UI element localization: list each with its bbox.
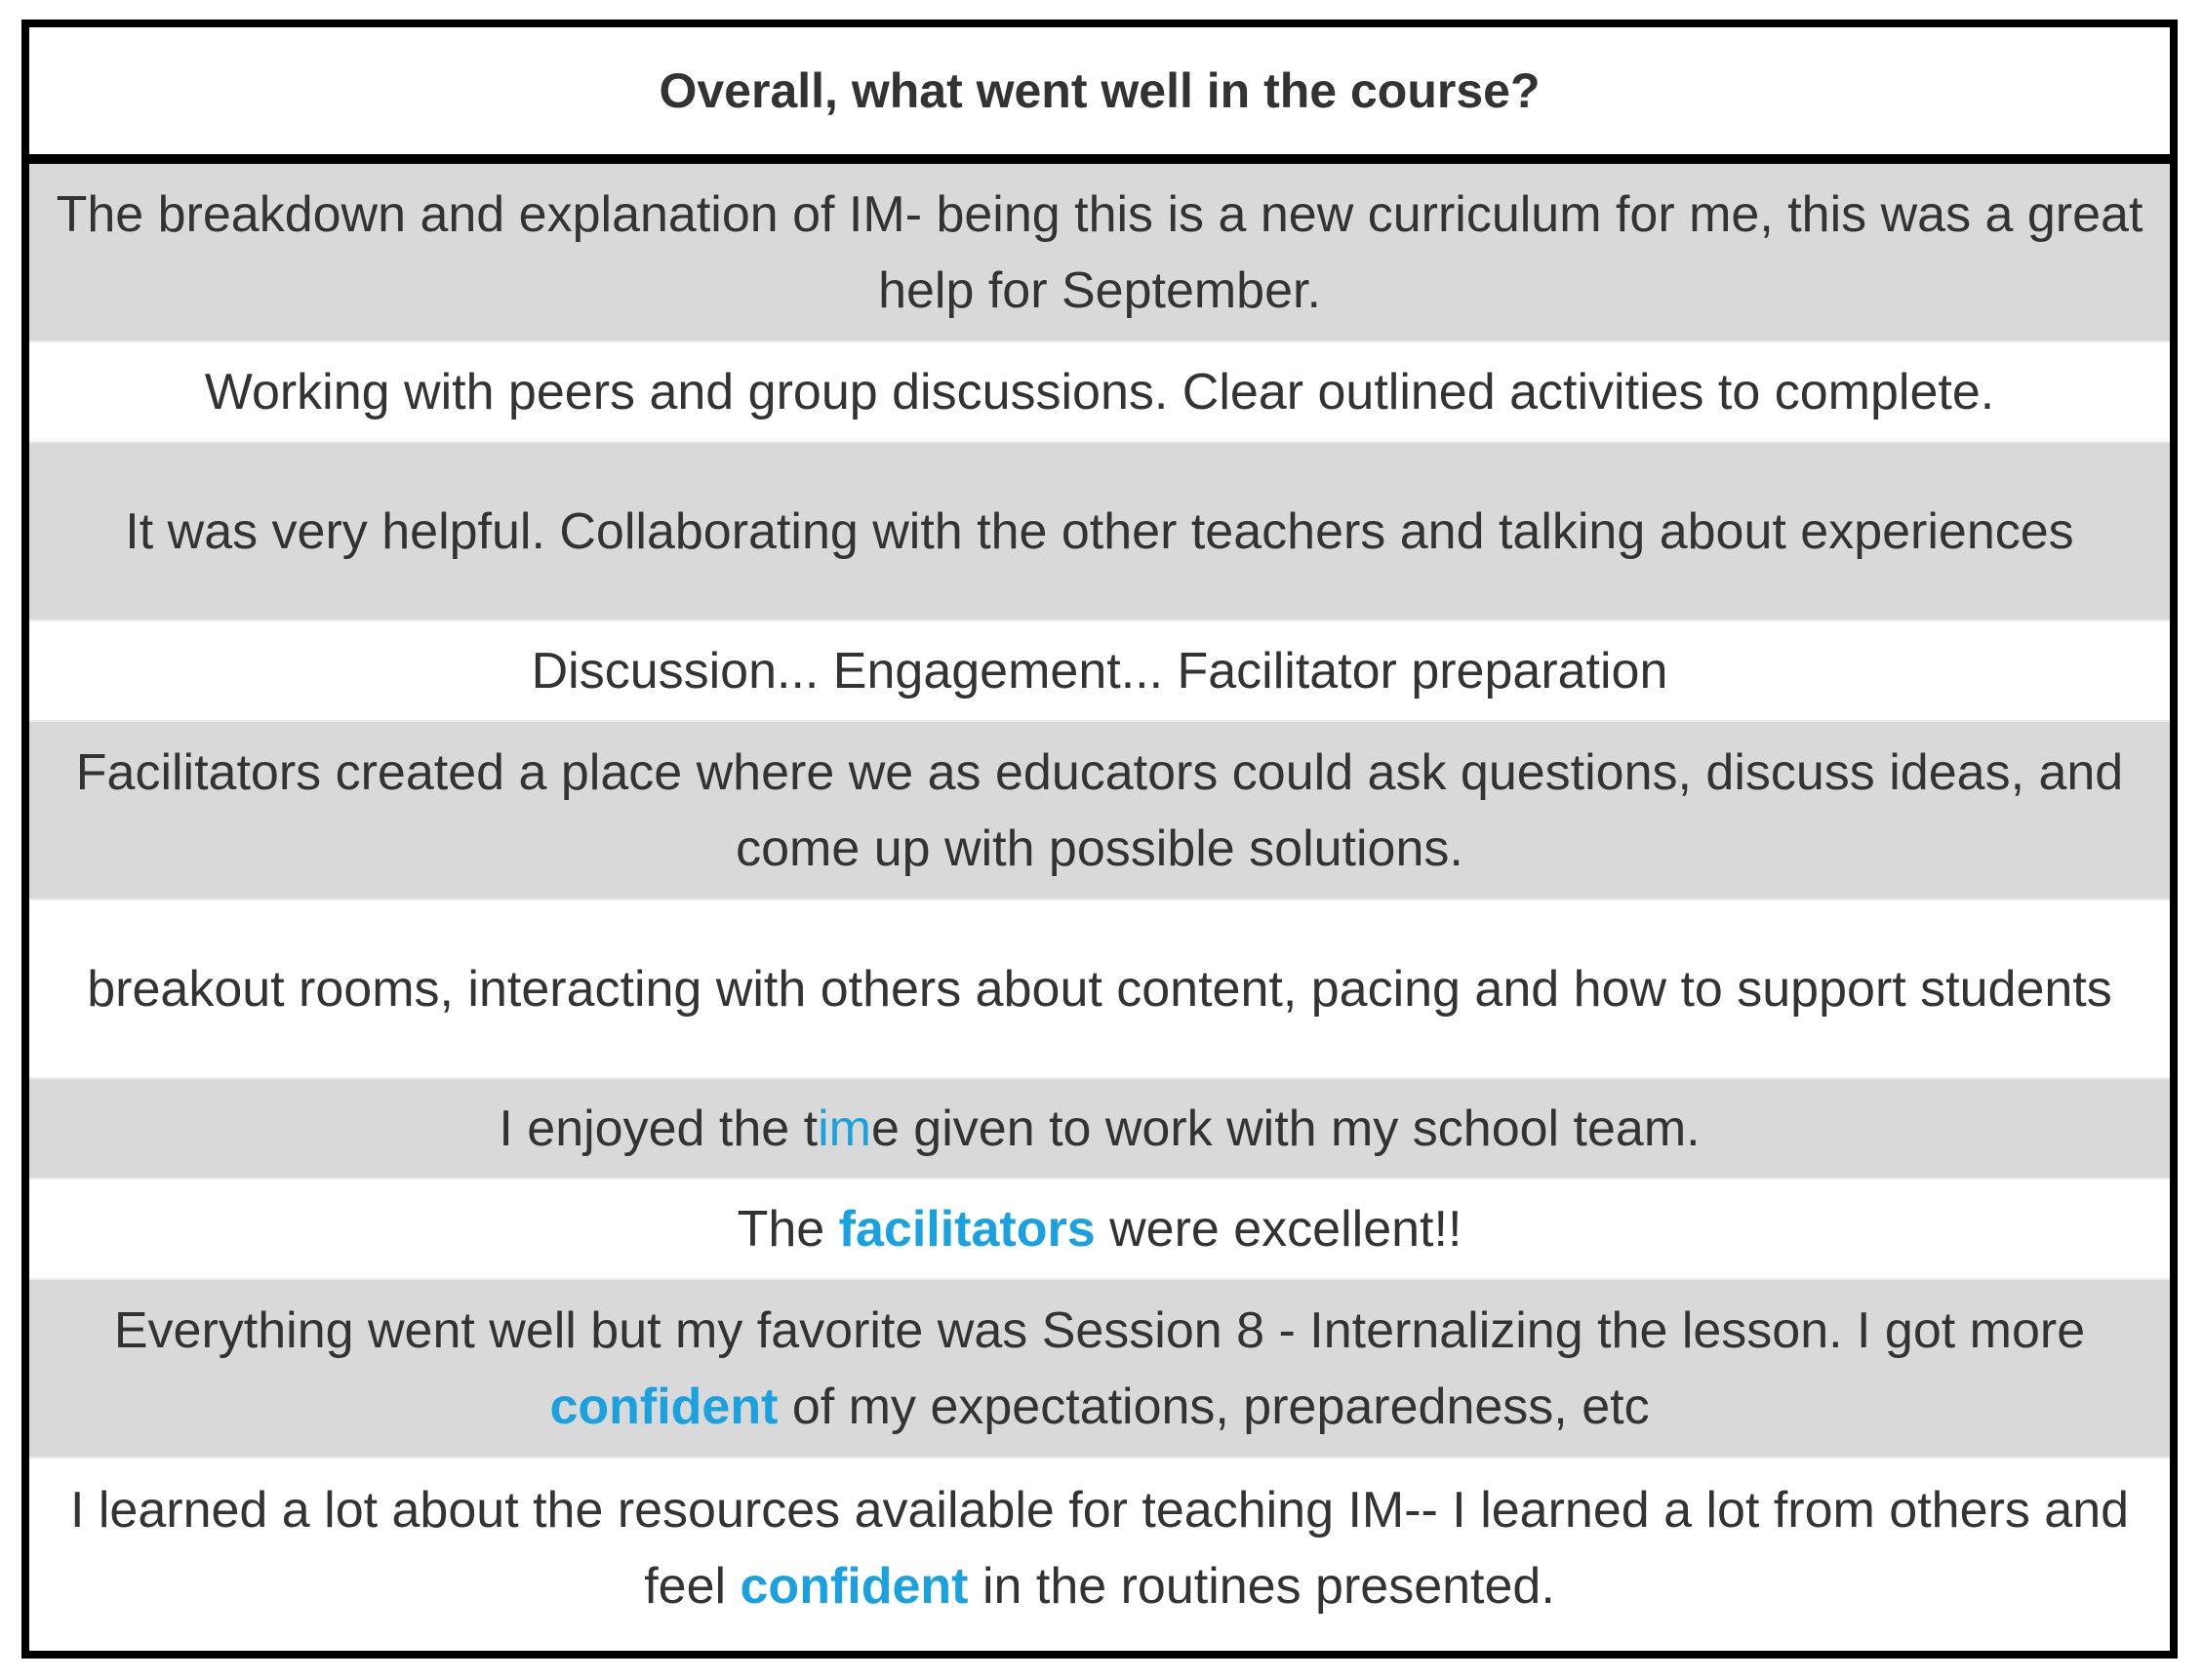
table-row: It was very helpful. Collaborating with … xyxy=(29,443,2170,621)
response-text: Everything went well but my favorite was… xyxy=(49,1293,2150,1445)
table-row: Everything went well but my favorite was… xyxy=(29,1280,2170,1459)
response-text: Discussion... Engagement... Facilitator … xyxy=(531,642,1668,700)
responses-table: Overall, what went well in the course? T… xyxy=(21,20,2178,1659)
response-text-post: in the routines presented. xyxy=(968,1557,1555,1615)
table-row: Working with peers and group discussions… xyxy=(29,342,2170,443)
response-text: The facilitators were excellent!! xyxy=(738,1191,1462,1267)
response-text: Working with peers and group discussions… xyxy=(204,363,1995,420)
table-row: The facilitators were excellent!! xyxy=(29,1180,2170,1280)
response-text: Facilitators created a place where we as… xyxy=(75,743,2124,877)
highlighted-word: confident xyxy=(549,1378,779,1435)
table-row: The breakdown and explanation of IM- bei… xyxy=(29,164,2170,342)
table-row: breakout rooms, interacting with others … xyxy=(29,900,2170,1079)
highlighted-word: im xyxy=(818,1100,871,1157)
response-text: It was very helpful. Collaborating with … xyxy=(125,502,2074,560)
response-text-post: e given to work with my school team. xyxy=(870,1100,1701,1157)
response-text: breakout rooms, interacting with others … xyxy=(87,960,2112,1018)
table-row: I learned a lot about the resources avai… xyxy=(29,1459,2170,1637)
table-header: Overall, what went well in the course? xyxy=(29,27,2170,164)
response-text: I learned a lot about the resources avai… xyxy=(49,1472,2150,1624)
response-text-pre: Everything went well but my favorite was… xyxy=(113,1301,2086,1359)
response-text-pre: The xyxy=(737,1200,839,1258)
question-title: Overall, what went well in the course? xyxy=(659,63,1541,118)
response-text-pre: I enjoyed the t xyxy=(499,1100,819,1157)
table-body: The breakdown and explanation of IM- bei… xyxy=(29,164,2170,1651)
highlighted-word: facilitators xyxy=(838,1200,1096,1258)
table-row: Facilitators created a place where we as… xyxy=(29,722,2170,900)
response-text-post: were excellent!! xyxy=(1095,1200,1462,1258)
table-row: Discussion... Engagement... Facilitator … xyxy=(29,621,2170,722)
table-row: I enjoyed the time given to work with my… xyxy=(29,1079,2170,1180)
response-text: The breakdown and explanation of IM- bei… xyxy=(56,185,2143,319)
response-text-post: of my expectations, preparedness, etc xyxy=(778,1378,1650,1435)
response-text: I enjoyed the time given to work with my… xyxy=(499,1091,1700,1167)
highlighted-word: confident xyxy=(740,1557,969,1615)
